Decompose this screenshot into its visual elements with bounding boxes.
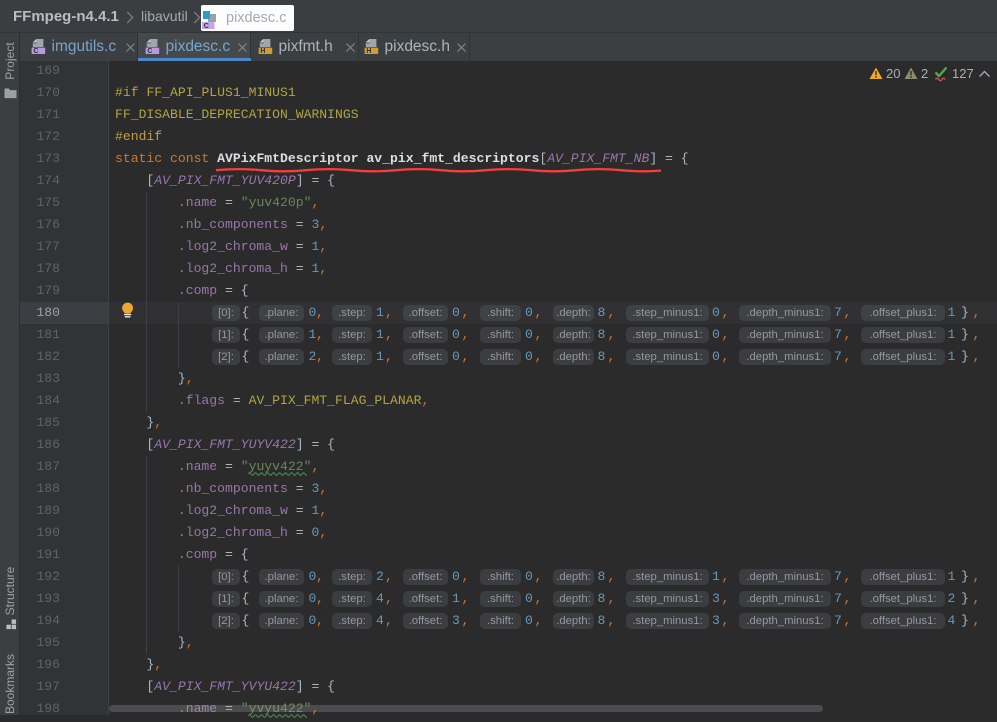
- svg-text:C: C: [204, 23, 209, 30]
- svg-text:H: H: [366, 48, 371, 55]
- svg-text:C: C: [147, 48, 152, 55]
- svg-text:C: C: [33, 48, 38, 55]
- svg-text:H: H: [260, 48, 265, 55]
